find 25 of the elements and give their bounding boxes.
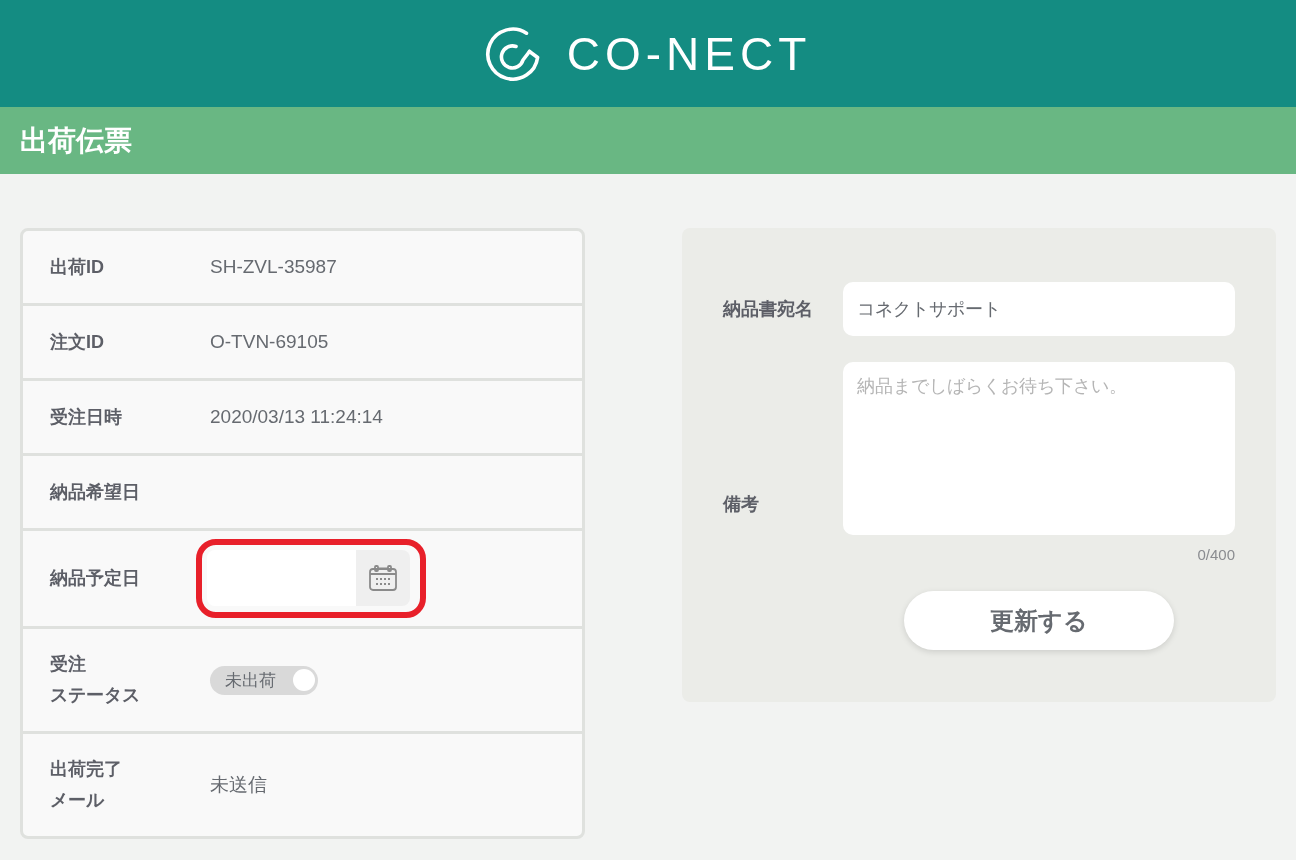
row-value: 2020/03/13 11:24:14: [210, 406, 383, 428]
status-toggle[interactable]: 未出荷: [210, 665, 318, 695]
field-label: 備考: [723, 493, 760, 516]
logo-text: CO-NECT: [566, 30, 812, 77]
field-label: 納品書宛名: [723, 298, 814, 321]
row-label: 出荷完了メール: [50, 758, 123, 812]
row-label: 受注ステータス: [50, 653, 141, 707]
toggle-knob-icon: [293, 669, 315, 691]
remarks-textarea[interactable]: 納品までしばらくお待ち下さい。: [843, 362, 1235, 535]
recipient-input[interactable]: コネクトサポート: [843, 282, 1235, 336]
row-label: 納品希望日: [50, 480, 141, 504]
row-label: 出荷ID: [50, 255, 105, 279]
logo-icon: [484, 25, 541, 82]
page-title: 出荷伝票: [20, 123, 132, 158]
row-label: 受注日時: [50, 405, 123, 429]
update-button[interactable]: 更新する: [904, 591, 1174, 650]
row-label: 注文ID: [50, 330, 105, 354]
row-label: 納品予定日: [50, 567, 141, 590]
calendar-icon: [369, 565, 397, 591]
char-counter: 0/400: [1197, 545, 1235, 565]
row-value: SH-ZVL-35987: [210, 256, 337, 278]
row-value: 未送信: [210, 773, 267, 797]
row-value: O-TVN-69105: [210, 331, 329, 353]
calendar-button[interactable]: [356, 550, 410, 606]
date-input[interactable]: [207, 550, 356, 606]
